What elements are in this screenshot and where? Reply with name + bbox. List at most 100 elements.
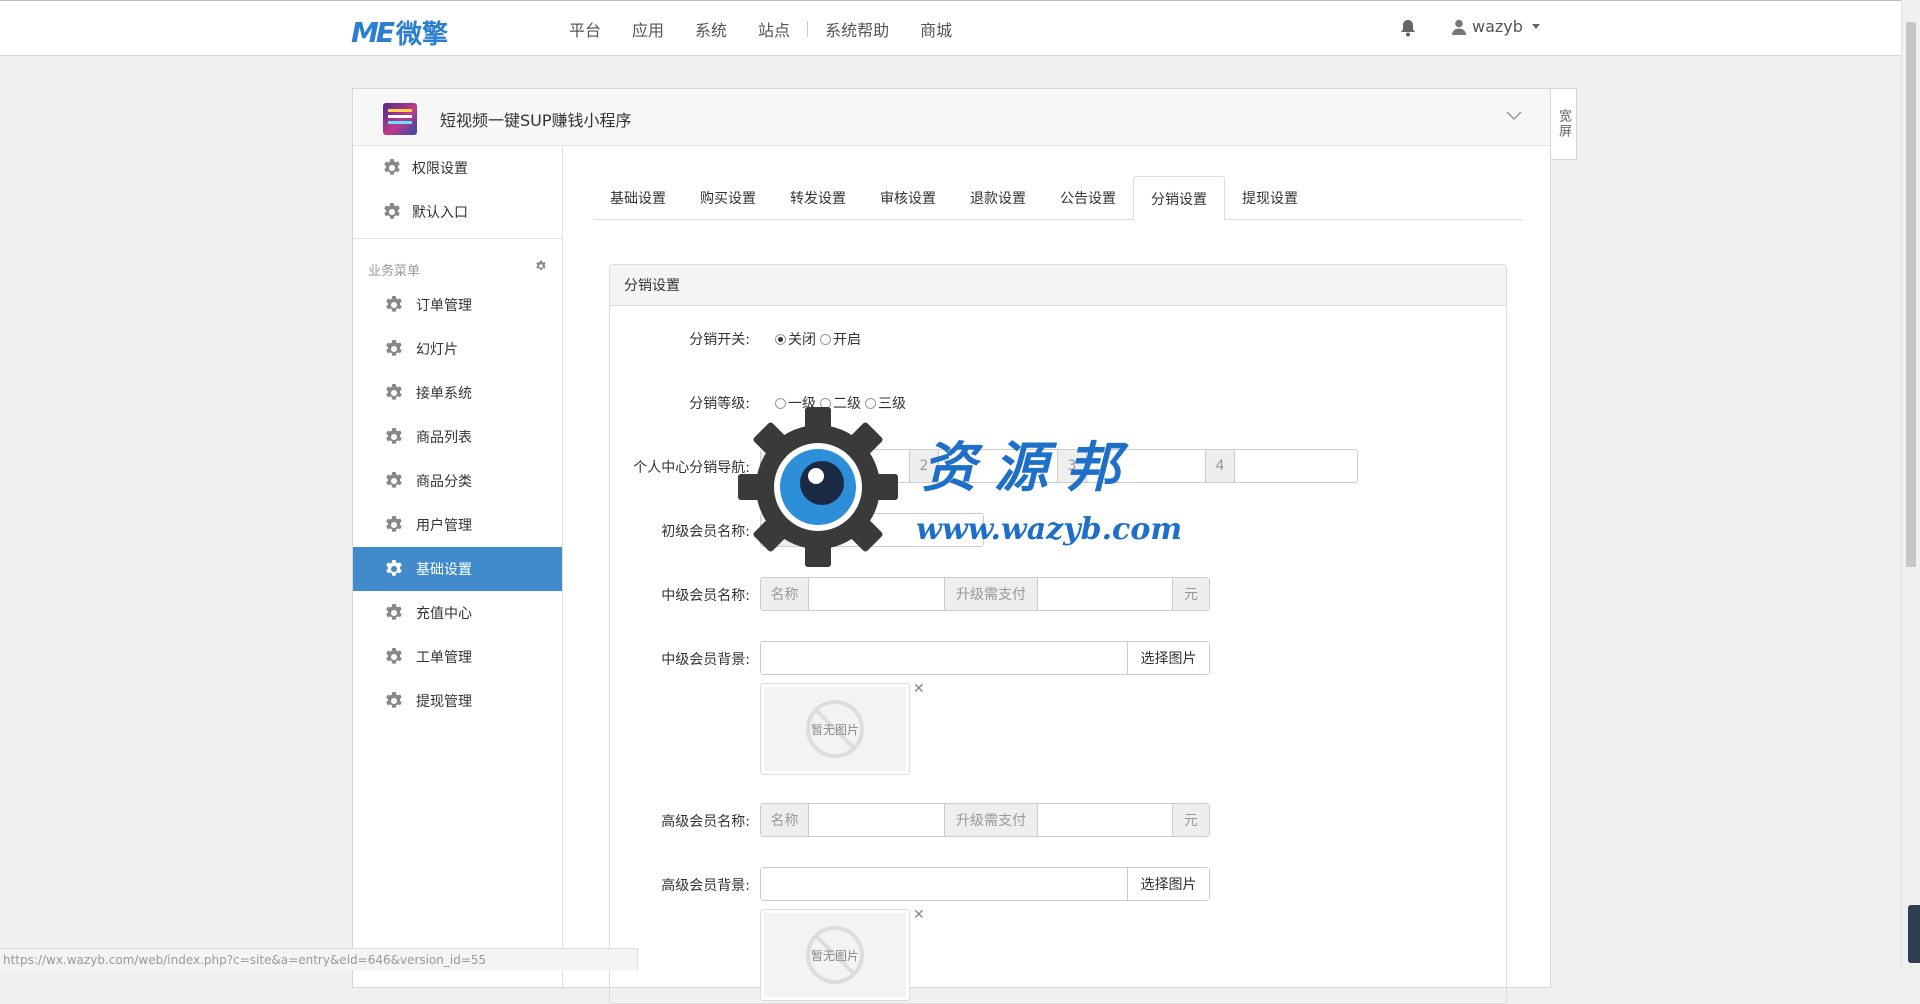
- no-image-text: 暂无图片: [810, 948, 859, 963]
- tab-review[interactable]: 审核设置: [863, 176, 953, 220]
- distribution-panel: 分销设置 分销开关: 关闭 开启 分销等级: 一级 二级 三级 个人中心分销导航…: [609, 264, 1507, 1004]
- middle-name-input[interactable]: [809, 578, 944, 610]
- tab-distribution[interactable]: 分销设置: [1133, 176, 1225, 221]
- senior-pay-addon: 升级需支付: [944, 804, 1038, 836]
- tab-withdraw[interactable]: 提现设置: [1225, 176, 1315, 220]
- watermark-title: 资源邦: [922, 435, 1138, 499]
- sidebar-item-categories[interactable]: 商品分类: [353, 459, 562, 503]
- nav-system[interactable]: 系统: [695, 17, 727, 41]
- senior-unit-addon: 元: [1172, 804, 1209, 836]
- middle-bg-input[interactable]: [761, 642, 1127, 674]
- sidebar-item-order-system[interactable]: 接单系统: [353, 371, 562, 415]
- gear-icon: [386, 296, 402, 312]
- tab-notice[interactable]: 公告设置: [1043, 176, 1133, 220]
- gear-icon: [386, 648, 402, 664]
- sidebar-item-permissions[interactable]: 权限设置: [353, 146, 562, 190]
- sidebar-item-withdrawals[interactable]: 提现管理: [353, 679, 562, 723]
- nav-input-4[interactable]: [1235, 450, 1353, 482]
- vertical-scrollbar[interactable]: [1901, 0, 1920, 970]
- sidebar-item-default-entry[interactable]: 默认入口: [353, 190, 562, 234]
- floating-widget[interactable]: [1908, 905, 1920, 963]
- sidebar-item-label: 提现管理: [416, 694, 472, 710]
- top-navbar: ME 微擎 平台 应用 系统 站点 系统帮助 商城 wazyb: [0, 0, 1901, 56]
- logo-mark: ME: [351, 16, 395, 49]
- sidebar-item-tickets[interactable]: 工单管理: [353, 635, 562, 679]
- sidebar-item-products[interactable]: 商品列表: [353, 415, 562, 459]
- middle-unit-addon: 元: [1172, 578, 1209, 610]
- gear-icon: [386, 560, 402, 576]
- sidebar-item-label: 基础设置: [416, 562, 472, 578]
- sidebar-item-label: 权限设置: [412, 161, 468, 177]
- senior-label: 高级会员名称:: [661, 814, 750, 830]
- sidebar-item-label: 充值中心: [416, 606, 472, 622]
- senior-bg-select-button[interactable]: 选择图片: [1127, 868, 1209, 900]
- group-settings-icon[interactable]: [535, 260, 547, 272]
- chevron-down-icon[interactable]: [1506, 111, 1522, 121]
- app-title: 短视频一键SUP赚钱小程序: [440, 111, 632, 130]
- sidebar-item-label: 默认入口: [412, 205, 468, 221]
- senior-pay-input[interactable]: [1038, 804, 1172, 836]
- tab-purchase[interactable]: 购买设置: [683, 176, 773, 220]
- remove-image-icon[interactable]: ✕: [913, 907, 925, 923]
- sidebar-item-recharge[interactable]: 充值中心: [353, 591, 562, 635]
- sidebar-item-label: 商品列表: [416, 430, 472, 446]
- watermark: 资源邦 www.wazyb.com: [736, 405, 1196, 567]
- sidebar-item-label: 商品分类: [416, 474, 472, 490]
- gear-icon: [384, 159, 400, 175]
- middle-label: 中级会员名称:: [661, 588, 750, 604]
- senior-name-addon: 名称: [761, 804, 809, 836]
- remove-image-icon[interactable]: ✕: [913, 681, 925, 697]
- wide-screen-label: 宽屏: [1556, 109, 1571, 139]
- switch-on-radio[interactable]: 开启: [820, 329, 861, 349]
- tab-refund[interactable]: 退款设置: [953, 176, 1043, 220]
- middle-name-addon: 名称: [761, 578, 809, 610]
- junior-label: 初级会员名称:: [661, 524, 750, 540]
- senior-input-group: 名称 升级需支付 元: [760, 803, 1210, 837]
- tab-basic[interactable]: 基础设置: [593, 176, 683, 220]
- watermark-url: www.wazyb.com: [916, 512, 1183, 547]
- sidebar-group-label: 业务菜单: [368, 264, 421, 279]
- main-nav: 平台 应用 系统 站点 系统帮助 商城: [569, 1, 983, 57]
- senior-bg-input-group: 选择图片: [760, 867, 1210, 901]
- nav-divider: [807, 21, 809, 37]
- nav-site[interactable]: 站点: [758, 17, 790, 41]
- senior-bg-input[interactable]: [761, 868, 1127, 900]
- gear-icon: [384, 203, 400, 219]
- scrollbar-thumb[interactable]: [1906, 22, 1916, 567]
- nav-apps[interactable]: 应用: [632, 17, 664, 41]
- senior-name-input[interactable]: [809, 804, 944, 836]
- tab-share[interactable]: 转发设置: [773, 176, 863, 220]
- switch-label: 分销开关:: [689, 332, 750, 348]
- switch-off-radio[interactable]: 关闭: [775, 329, 816, 349]
- middle-pay-addon: 升级需支付: [944, 578, 1038, 610]
- sidebar: 权限设置 默认入口 业务菜单 订单管理 幻灯片 接单系统 商品列表 商品分类 用…: [353, 146, 563, 989]
- middle-pay-input[interactable]: [1038, 578, 1172, 610]
- nav-addon-4: 4: [1205, 450, 1235, 482]
- middle-bg-select-button[interactable]: 选择图片: [1127, 642, 1209, 674]
- sidebar-item-slides[interactable]: 幻灯片: [353, 327, 562, 371]
- gear-eye-logo: [738, 407, 898, 567]
- sidebar-item-basic-settings[interactable]: 基础设置: [353, 547, 562, 591]
- sidebar-item-label: 用户管理: [416, 518, 472, 534]
- senior-bg-thumbnail: 暂无图片: [760, 909, 910, 1001]
- switch-radio-group: 关闭 开启: [775, 329, 865, 349]
- sidebar-item-orders[interactable]: 订单管理: [353, 283, 562, 327]
- user-menu[interactable]: wazyb: [1452, 17, 1540, 36]
- logo[interactable]: ME 微擎: [351, 14, 448, 51]
- middle-input-group: 名称 升级需支付 元: [760, 577, 1210, 611]
- bell-icon[interactable]: [1400, 19, 1416, 37]
- username: wazyb: [1472, 17, 1523, 36]
- gear-icon: [386, 604, 402, 620]
- app-icon: [383, 103, 417, 135]
- no-image-text: 暂无图片: [810, 722, 859, 737]
- sidebar-divider: [353, 238, 562, 239]
- nav-help[interactable]: 系统帮助: [825, 17, 889, 41]
- sidebar-item-users[interactable]: 用户管理: [353, 503, 562, 547]
- middle-bg-label: 中级会员背景:: [661, 652, 750, 668]
- nav-platform[interactable]: 平台: [569, 17, 601, 41]
- middle-bg-input-group: 选择图片: [760, 641, 1210, 675]
- user-icon: [1452, 19, 1466, 35]
- logo-text: 微擎: [396, 20, 449, 50]
- nav-mall[interactable]: 商城: [920, 17, 952, 41]
- wide-screen-button[interactable]: 宽屏: [1551, 88, 1577, 160]
